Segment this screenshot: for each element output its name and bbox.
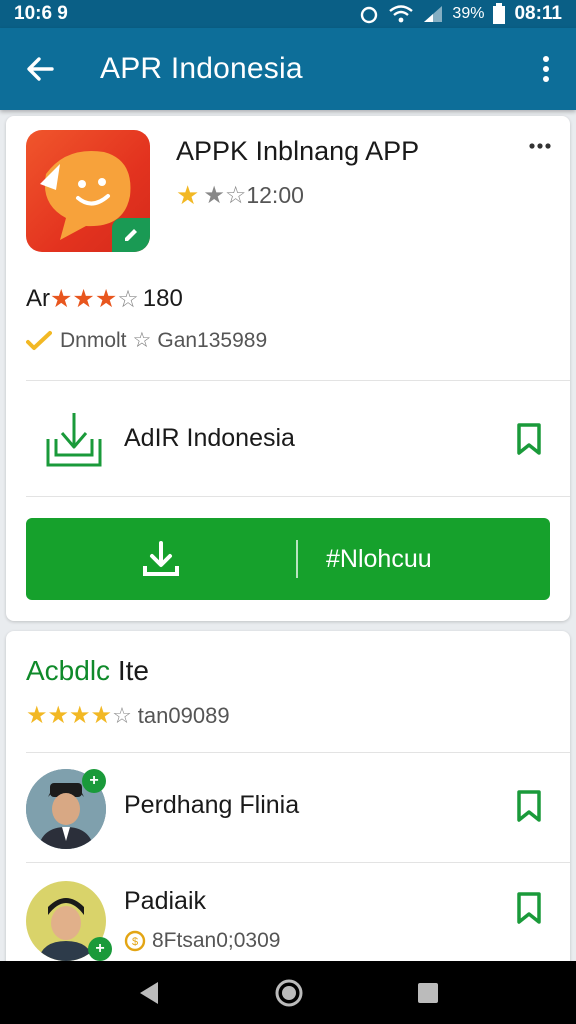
app-logo bbox=[26, 130, 150, 252]
list-item[interactable]: + Perdhang Flinia bbox=[6, 757, 570, 857]
rating-label: Ar bbox=[26, 285, 50, 312]
section-card: Acbdlc Ite ★★★★ ☆ tan09089 + Perdhang Fl… bbox=[6, 631, 570, 971]
star-icon: ★ bbox=[176, 180, 200, 210]
nav-back-icon[interactable] bbox=[136, 980, 162, 1006]
system-nav-bar bbox=[0, 961, 576, 1024]
developer-meta: Gan135989 bbox=[157, 328, 268, 352]
divider bbox=[26, 496, 570, 497]
source-name: AdIR Indonesia bbox=[124, 424, 295, 452]
section-title: Acbdlc Ite bbox=[26, 655, 149, 687]
app-menu-button[interactable] bbox=[524, 134, 556, 158]
overflow-menu-button[interactable] bbox=[516, 28, 576, 110]
star-icon: ★★★ bbox=[50, 285, 118, 313]
section-rating-text: tan09089 bbox=[137, 702, 230, 728]
developer-name: Dnmolt bbox=[60, 328, 127, 352]
status-clock: 08:11 bbox=[514, 3, 562, 24]
divider bbox=[26, 752, 570, 753]
app-name: APPK Inblnang APP bbox=[176, 136, 420, 166]
plus-badge-icon: + bbox=[82, 769, 106, 793]
divider bbox=[26, 862, 570, 863]
alarm-icon bbox=[361, 6, 378, 24]
app-badge bbox=[112, 218, 150, 252]
person-subtitle: $ 8Ftsan0;0309 bbox=[124, 929, 280, 953]
signal-icon bbox=[424, 6, 443, 22]
back-arrow-icon bbox=[27, 57, 54, 81]
back-button[interactable] bbox=[0, 28, 80, 110]
coin-icon: $ bbox=[124, 930, 146, 952]
more-vert-icon bbox=[543, 56, 549, 82]
plus-badge-icon: + bbox=[88, 937, 112, 961]
bookmark-icon[interactable] bbox=[514, 422, 544, 456]
app-detail-card: APPK Inblnang APP ★ ★ ☆ 12:00 Ar ★★★ ☆ 1… bbox=[6, 116, 570, 621]
section-title-rest: Ite bbox=[110, 655, 149, 686]
list-item[interactable]: + Padiaik $ 8Ftsan0;0309 bbox=[6, 867, 570, 967]
star-icon: ★★★★ bbox=[26, 702, 113, 729]
rating-row: Ar ★★★ ☆ 180 bbox=[26, 284, 183, 314]
bookmark-icon[interactable] bbox=[514, 891, 544, 925]
status-bar: 10:6 9 39% 08:11 bbox=[0, 0, 576, 28]
battery-percent: 39% bbox=[452, 5, 485, 22]
status-time: 10:6 9 bbox=[14, 3, 68, 24]
person-meta: 8Ftsan0;0309 bbox=[152, 929, 281, 952]
developer-row: Dnmolt ☆ Gan135989 bbox=[26, 328, 267, 353]
wifi-icon bbox=[389, 5, 414, 23]
section-title-green: Acbdlc bbox=[26, 655, 111, 686]
app-rating: ★ ★ ☆ 12:00 bbox=[176, 180, 304, 211]
star-icon: ★ bbox=[203, 182, 225, 209]
rating-value: 180 bbox=[142, 285, 183, 312]
download-icon bbox=[26, 540, 296, 578]
install-label: #Nlohcuu bbox=[326, 544, 432, 573]
person-name: Perdhang Flinia bbox=[124, 791, 300, 819]
button-separator bbox=[296, 540, 298, 578]
section-rating: ★★★★ ☆ tan09089 bbox=[26, 701, 230, 730]
edit-icon bbox=[125, 229, 137, 241]
page-title: APR Indonesia bbox=[100, 52, 303, 85]
app-bar: APR Indonesia bbox=[0, 28, 576, 110]
verified-icon bbox=[26, 330, 52, 350]
svg-text:$: $ bbox=[132, 936, 138, 948]
person-name: Padiaik bbox=[124, 887, 206, 915]
download-box-icon bbox=[34, 409, 114, 469]
more-horiz-icon bbox=[529, 143, 551, 149]
star-outline-icon: ☆ bbox=[112, 702, 132, 728]
star-outline-icon: ☆ bbox=[132, 329, 152, 352]
nav-home-icon[interactable] bbox=[274, 978, 304, 1008]
star-outline-icon: ☆ bbox=[117, 285, 139, 313]
nav-recents-icon[interactable] bbox=[416, 981, 440, 1005]
bookmark-icon[interactable] bbox=[514, 789, 544, 823]
app-rating-text: 12:00 bbox=[246, 182, 304, 208]
source-row[interactable]: AdIR Indonesia bbox=[6, 381, 570, 496]
star-outline-icon: ☆ bbox=[224, 182, 247, 209]
install-button[interactable]: #Nlohcuu bbox=[26, 518, 550, 600]
battery-icon bbox=[493, 3, 506, 24]
